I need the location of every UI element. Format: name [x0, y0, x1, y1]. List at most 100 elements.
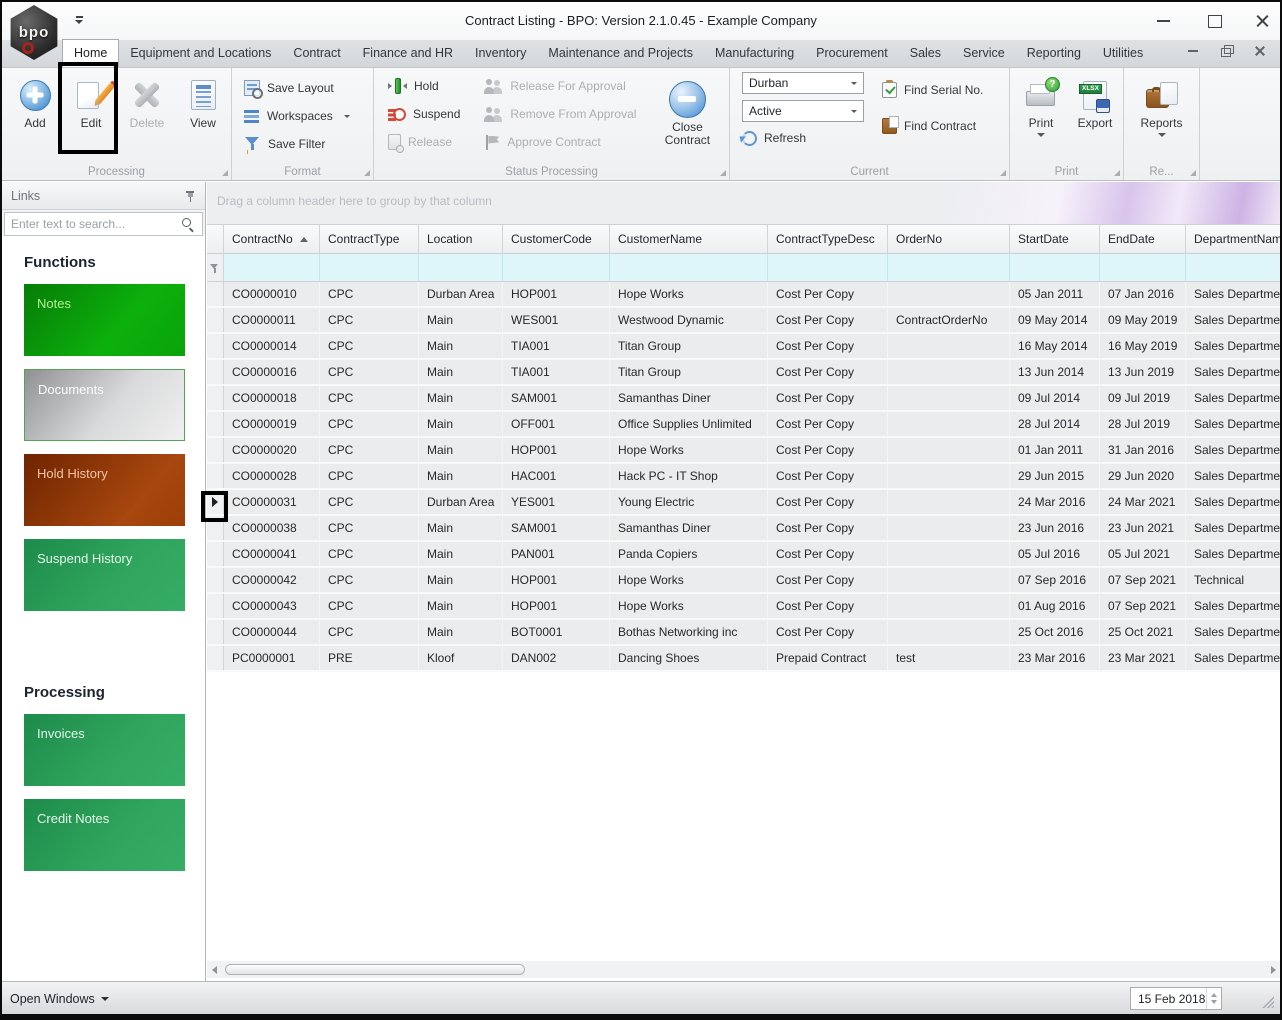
grid-cell-startdate[interactable]: 07 Sep 2016	[1010, 568, 1100, 592]
grid-cell-customercode[interactable]: SAM001	[503, 516, 610, 540]
tab-procurement[interactable]: Procurement	[805, 41, 899, 67]
grid-cell-location[interactable]: Main	[419, 386, 503, 410]
grid-cell-orderno[interactable]: ContractOrderNo	[888, 308, 1010, 332]
grid-cell-departmentname[interactable]: Sales Department	[1186, 542, 1280, 566]
status-select[interactable]: Active	[742, 100, 864, 122]
grid-cell-contracttype[interactable]: CPC	[320, 464, 419, 488]
grid-cell-location[interactable]: Main	[419, 542, 503, 566]
release-for-approval-button[interactable]: Release For Approval	[484, 76, 636, 96]
grid-cell-orderno[interactable]	[888, 334, 1010, 358]
grid-cell-contractno[interactable]: CO0000028	[224, 464, 320, 488]
grid-cell-departmentname[interactable]: Sales Department	[1186, 334, 1280, 358]
grid-cell-contracttypedesc[interactable]: Cost Per Copy	[768, 490, 888, 514]
tab-reporting[interactable]: Reporting	[1016, 41, 1092, 67]
grid-cell-contracttype[interactable]: PRE	[320, 646, 419, 670]
minimize-icon[interactable]	[1150, 10, 1176, 32]
grid-cell-customername[interactable]: Young Electric	[610, 490, 768, 514]
reports-button[interactable]: Reports	[1132, 72, 1192, 156]
grid-cell-contracttypedesc[interactable]: Cost Per Copy	[768, 542, 888, 566]
grid-cell-enddate[interactable]: 05 Jul 2021	[1100, 542, 1186, 566]
column-header-contractno[interactable]: ContractNo	[224, 225, 320, 253]
grid-cell-orderno[interactable]	[888, 542, 1010, 566]
grid-cell-orderno[interactable]	[888, 594, 1010, 618]
delete-button[interactable]: Delete	[120, 72, 174, 156]
grid-cell-contractno[interactable]: CO0000041	[224, 542, 320, 566]
sidebar-button-credit-notes[interactable]: Credit Notes	[24, 799, 185, 871]
grid-cell-startdate[interactable]: 16 May 2014	[1010, 334, 1100, 358]
sidebar-button-documents[interactable]: Documents	[24, 369, 185, 441]
grid-cell-contracttype[interactable]: CPC	[320, 308, 419, 332]
grid-cell-location[interactable]: Kloof	[419, 646, 503, 670]
grid-cell-contractno[interactable]: CO0000042	[224, 568, 320, 592]
scroll-left-icon[interactable]	[207, 961, 221, 978]
grid-cell-contractno[interactable]: PC0000001	[224, 646, 320, 670]
grid-cell-contracttypedesc[interactable]: Cost Per Copy	[768, 620, 888, 644]
mdi-minimize-icon[interactable]	[1186, 44, 1200, 58]
grid-row-co0000018[interactable]: CO0000018 CPC Main SAM001 Samanthas Diner Cos…	[207, 386, 1280, 412]
grid-cell-customercode[interactable]: OFF001	[503, 412, 610, 436]
grid-cell-departmentname[interactable]: Sales Department	[1186, 516, 1280, 540]
grid-cell-orderno[interactable]	[888, 386, 1010, 410]
sidebar-button-invoices[interactable]: Invoices	[24, 714, 185, 786]
column-header-departmentname[interactable]: DepartmentName	[1186, 225, 1280, 253]
grid-cell-departmentname[interactable]: Sales Department	[1186, 360, 1280, 384]
grid-row-pc0000001[interactable]: PC0000001 PRE Kloof DAN002 Dancing Shoes Prep…	[207, 646, 1280, 672]
grid-row-co0000010[interactable]: CO0000010 CPC Durban Area HOP001 Hope Works C…	[207, 282, 1280, 308]
grid-cell-customername[interactable]: Panda Copiers	[610, 542, 768, 566]
resize-grip[interactable]	[1261, 995, 1274, 1008]
grid-cell-contracttype[interactable]: CPC	[320, 490, 419, 514]
grid-cell-enddate[interactable]: 29 Jun 2020	[1100, 464, 1186, 488]
grid-cell-customercode[interactable]: TIA001	[503, 360, 610, 384]
grid-cell-location[interactable]: Main	[419, 516, 503, 540]
grid-cell-location[interactable]: Main	[419, 594, 503, 618]
grid-cell-contracttype[interactable]: CPC	[320, 334, 419, 358]
grid-cell-customercode[interactable]: HOP001	[503, 594, 610, 618]
approve-contract-button[interactable]: Approve Contract	[484, 132, 636, 152]
view-button[interactable]: View	[176, 72, 230, 156]
grid-cell-customername[interactable]: Titan Group	[610, 334, 768, 358]
grid-cell-contracttypedesc[interactable]: Cost Per Copy	[768, 308, 888, 332]
grid-cell-customername[interactable]: Office Supplies Unlimited	[610, 412, 768, 436]
filter-cell-departmentname[interactable]	[1186, 254, 1280, 281]
filter-cell-customercode[interactable]	[503, 254, 610, 281]
filter-cell-contracttype[interactable]	[320, 254, 419, 281]
grid-cell-contractno[interactable]: CO0000038	[224, 516, 320, 540]
grid-cell-contracttypedesc[interactable]: Cost Per Copy	[768, 438, 888, 462]
grid-row-co0000020[interactable]: CO0000020 CPC Main HOP001 Hope Works Cost Per…	[207, 438, 1280, 464]
tab-maintenance-and-projects[interactable]: Maintenance and Projects	[537, 41, 704, 67]
horizontal-scrollbar[interactable]	[207, 961, 1280, 978]
grid-cell-enddate[interactable]: 23 Mar 2021	[1100, 646, 1186, 670]
column-header-contracttypedesc[interactable]: ContractTypeDesc	[768, 225, 888, 253]
grid-cell-departmentname[interactable]: Technical	[1186, 568, 1280, 592]
close-contract-button[interactable]: Close Contract	[656, 76, 718, 156]
workspaces-button[interactable]: Workspaces	[244, 106, 373, 126]
grid-cell-enddate[interactable]: 24 Mar 2021	[1100, 490, 1186, 514]
date-spinner[interactable]: 15 Feb 2018	[1130, 987, 1222, 1010]
tab-sales[interactable]: Sales	[899, 41, 952, 67]
grid-cell-orderno[interactable]	[888, 360, 1010, 384]
grid-cell-contracttype[interactable]: CPC	[320, 542, 419, 566]
grid-cell-customercode[interactable]: TIA001	[503, 334, 610, 358]
grid-cell-location[interactable]: Main	[419, 620, 503, 644]
grid-cell-contracttypedesc[interactable]: Prepaid Contract	[768, 646, 888, 670]
grid-cell-contracttype[interactable]: CPC	[320, 438, 419, 462]
grid-cell-departmentname[interactable]: Sales Department	[1186, 464, 1280, 488]
find-serial-no-button[interactable]: Find Serial No.	[882, 80, 983, 100]
grid-cell-customercode[interactable]: HOP001	[503, 438, 610, 462]
export-button[interactable]: XLSX Export	[1068, 72, 1122, 156]
grid-cell-location[interactable]: Main	[419, 334, 503, 358]
sidebar-button-notes[interactable]: Notes	[24, 284, 185, 356]
grid-cell-customercode[interactable]: HAC001	[503, 464, 610, 488]
suspend-button[interactable]: Suspend	[388, 104, 460, 124]
grid-cell-contracttypedesc[interactable]: Cost Per Copy	[768, 386, 888, 410]
grid-row-co0000011[interactable]: CO0000011 CPC Main WES001 Westwood Dynamic Co…	[207, 308, 1280, 334]
grid-cell-departmentname[interactable]: Sales Department	[1186, 412, 1280, 436]
grid-cell-contractno[interactable]: CO0000043	[224, 594, 320, 618]
branch-select[interactable]: Durban	[742, 72, 864, 94]
grid-row-co0000042[interactable]: CO0000042 CPC Main HOP001 Hope Works Cost Per…	[207, 568, 1280, 594]
grid-cell-contractno[interactable]: CO0000014	[224, 334, 320, 358]
grid-cell-contractno[interactable]: CO0000031	[224, 490, 320, 514]
grid-cell-startdate[interactable]: 05 Jul 2016	[1010, 542, 1100, 566]
column-header-orderno[interactable]: OrderNo	[888, 225, 1010, 253]
grid-cell-customercode[interactable]: SAM001	[503, 386, 610, 410]
